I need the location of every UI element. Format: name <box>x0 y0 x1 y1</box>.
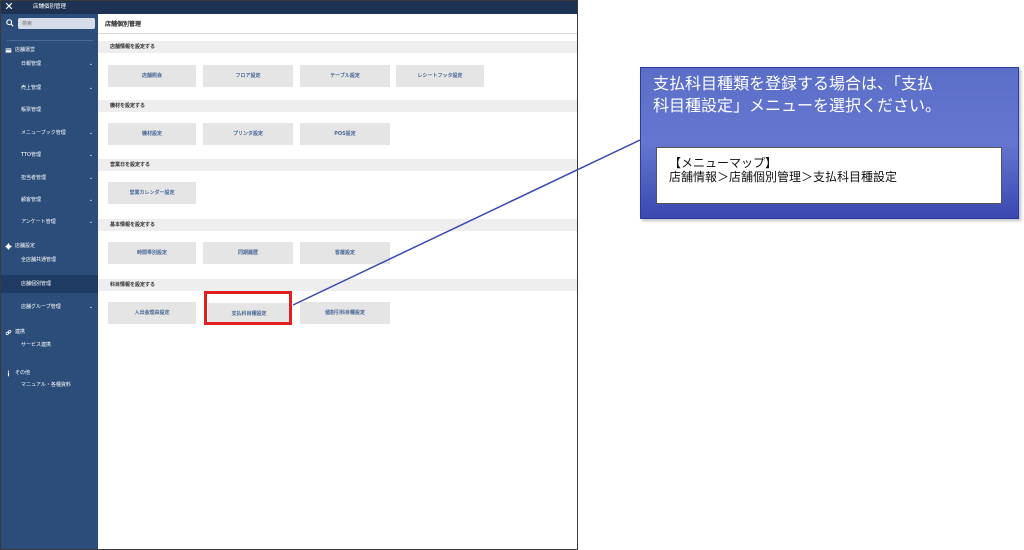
sidebar-item-label: 帳票管理 <box>21 107 42 113</box>
section-header-business-days: 営業日を設定する <box>98 159 577 171</box>
search-input[interactable] <box>18 18 95 29</box>
sidebar-item-label: 売上管理 <box>21 85 42 91</box>
link-icon <box>5 329 12 335</box>
sidebar-item-label: 担当者管理 <box>21 175 47 181</box>
close-icon[interactable]: ✕ <box>4 1 14 13</box>
sidebar-item-manuals[interactable]: マニュアル・各種資料 <box>1 379 81 399</box>
title-divider <box>98 33 577 34</box>
sidebar-item-label: TTO管理 <box>21 152 41 158</box>
callout-line: 科目種設定」メニューを選択ください。 <box>653 96 942 115</box>
chevron-down-icon: ⌄ <box>88 85 93 91</box>
printer-settings-button[interactable]: プリンタ設定 <box>203 123 293 145</box>
chevron-down-icon: ⌄ <box>88 304 93 310</box>
tutorial-canvas: ✕ 店舗個別管理 店舗運営 日報管理 ⌄ <box>0 0 1024 550</box>
section-header-store-info: 店舗情報を設定する <box>98 41 577 53</box>
sidebar-item-tto[interactable]: TTO管理 ⌄ <box>1 146 98 164</box>
section-header-equipment: 機材を設定する <box>98 100 577 112</box>
table-settings-button[interactable]: テーブル設定 <box>300 65 390 87</box>
section-header-accounts: 科目情報を設定する <box>98 279 577 291</box>
sidebar-item-label: メニューブック管理 <box>21 130 66 136</box>
sidebar-item-menubook[interactable]: メニューブック管理 ⌄ <box>1 124 98 142</box>
floor-settings-button[interactable]: フロア設定 <box>203 65 293 87</box>
section-header-basic-info: 基本情報を設定する <box>98 219 577 231</box>
sidebar-item-store-individual[interactable]: 店舗個別管理 <box>1 275 98 293</box>
title-bar: ✕ 店舗個別管理 <box>1 1 577 14</box>
sidebar-item-customers[interactable]: 顧客管理 ⌄ <box>1 191 98 209</box>
sidebar-item-sales[interactable]: 売上管理 ⌄ <box>1 79 98 97</box>
page-title: 店舗個別管理 <box>105 21 142 28</box>
sidebar-section-label: 店舗設定 <box>15 243 36 249</box>
sidebar-item-label: 日報管理 <box>21 61 42 67</box>
receipt-footer-settings-button[interactable]: レシートフッタ設定 <box>396 65 484 87</box>
sidebar-item-store-group[interactable]: 店舗グループ管理 ⌄ <box>1 298 98 316</box>
sidebar-item-reports[interactable]: 帳票管理 <box>1 101 98 119</box>
callout-line: 支払科目種類を登録する場合は、「支払 <box>653 74 934 93</box>
menu-map-path: 店舗情報＞店舗個別管理＞支払科目種設定 <box>669 170 898 184</box>
sidebar-section-store-operations: 店舗運営 <box>5 46 35 54</box>
pos-settings-button[interactable]: POS設定 <box>300 123 390 145</box>
discount-category-settings-button[interactable]: 値割引科目種設定 <box>300 302 390 324</box>
chevron-down-icon: ⌄ <box>88 152 93 158</box>
chevron-down-icon: ⌄ <box>88 197 93 203</box>
customer-segment-settings-button[interactable]: 客層設定 <box>300 242 390 264</box>
highlight-frame <box>204 291 292 325</box>
sidebar-section-other: その他 <box>5 369 30 377</box>
window-title: 店舗個別管理 <box>33 4 67 10</box>
sidebar-section-integration: 連携 <box>5 328 25 336</box>
app-window: ✕ 店舗個別管理 店舗運営 日報管理 ⌄ <box>0 0 578 550</box>
sidebar-section-store-settings: 店舗設定 <box>5 242 35 250</box>
sidebar-section-label: その他 <box>15 370 31 376</box>
sidebar-item-label: 店舗個別管理 <box>21 281 52 287</box>
sidebar-section-label: 店舗運営 <box>15 47 36 53</box>
time-slot-settings-button[interactable]: 時間帯別設定 <box>108 242 196 264</box>
sidebar-item-survey[interactable]: アンケート管理 ⌄ <box>1 213 98 231</box>
business-calendar-button[interactable]: 営業カレンダー設定 <box>108 182 196 204</box>
store-icon <box>5 47 12 53</box>
sidebar-section-label: 連携 <box>15 329 26 335</box>
callout-text: 支払科目種類を登録する場合は、「支払 科目種設定」メニューを選択ください。 <box>653 73 1013 117</box>
chevron-down-icon: ⌄ <box>88 130 93 136</box>
sidebar-item-label: アンケート管理 <box>21 219 56 225</box>
sidebar-item-label: 全店舗共通管理 <box>21 257 57 263</box>
sidebar-item-label: 店舗グループ管理 <box>21 304 61 310</box>
sidebar-search <box>4 18 95 29</box>
store-inquiry-button[interactable]: 店舗照会 <box>108 65 196 87</box>
sidebar: 店舗運営 日報管理 ⌄ 売上管理 ⌄ 帳票管理 メニューブック管理 ⌄ TTO管… <box>1 14 98 549</box>
menu-map-box: 【メニューマップ】 店舗情報＞店舗個別管理＞支払科目種設定 <box>656 147 1002 204</box>
menu-map-title: 【メニューマップ】 <box>669 156 778 170</box>
sync-history-button[interactable]: 同期履歴 <box>203 242 293 264</box>
chevron-down-icon: ⌄ <box>88 61 93 67</box>
sidebar-item-label: サービス連携 <box>21 342 52 348</box>
sidebar-item-label: 顧客管理 <box>21 197 42 203</box>
gear-icon <box>5 242 12 250</box>
chevron-down-icon: ⌄ <box>88 175 93 181</box>
sidebar-divider <box>7 40 93 41</box>
equipment-settings-button[interactable]: 機材設定 <box>108 123 196 145</box>
sidebar-item-label: マニュアル・各種資料 <box>21 382 71 388</box>
info-icon <box>7 370 10 376</box>
cash-reason-settings-button[interactable]: 入出金理由設定 <box>108 302 196 324</box>
sidebar-item-service-integration[interactable]: サービス連携 <box>1 336 98 354</box>
chevron-down-icon: ⌄ <box>88 219 93 225</box>
sidebar-item-all-stores[interactable]: 全店舗共通管理 <box>1 251 98 269</box>
main-content: 店舗個別管理 店舗情報を設定する 店舗照会 フロア設定 テーブル設定 レシートフ… <box>98 14 577 549</box>
search-icon[interactable] <box>6 19 14 27</box>
sidebar-item-daily-report[interactable]: 日報管理 ⌄ <box>1 55 98 73</box>
sidebar-item-staff[interactable]: 担当者管理 ⌄ <box>1 169 98 187</box>
instruction-callout: 支払科目種類を登録する場合は、「支払 科目種設定」メニューを選択ください。 【メ… <box>640 67 1019 219</box>
